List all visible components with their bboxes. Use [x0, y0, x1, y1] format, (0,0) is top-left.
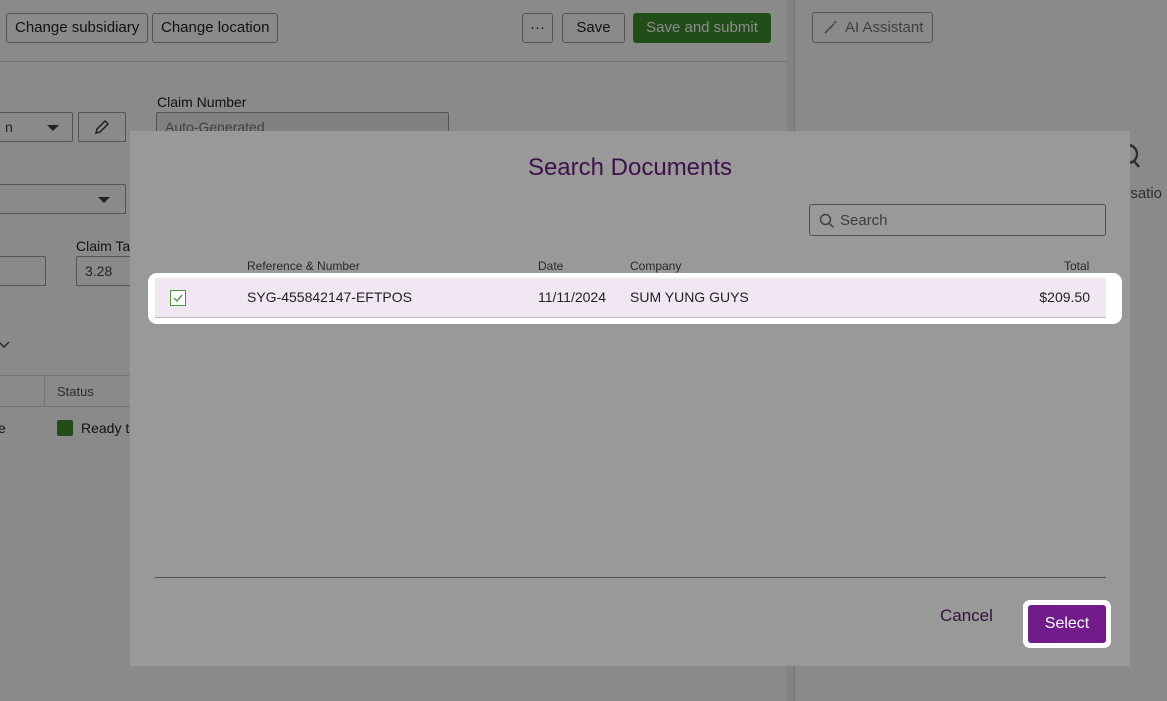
date-column-header[interactable]: Date: [538, 259, 563, 273]
search-documents-dialog: Search Documents Reference & Number Date…: [130, 131, 1130, 666]
search-input[interactable]: [840, 205, 1100, 235]
select-button-frame: Select: [1023, 600, 1111, 648]
company-column-header[interactable]: Company: [630, 259, 681, 273]
reference-column-header[interactable]: Reference & Number: [247, 259, 360, 273]
highlighted-row-frame: SYG-455842147-EFTPOS 11/11/2024 SUM YUNG…: [148, 273, 1122, 324]
company-cell: SUM YUNG GUYS: [630, 289, 749, 305]
select-button[interactable]: Select: [1028, 605, 1106, 643]
search-icon: [819, 213, 834, 228]
search-box: [809, 204, 1106, 236]
reference-cell: SYG-455842147-EFTPOS: [247, 289, 412, 305]
check-icon: [173, 294, 183, 303]
table-row[interactable]: SYG-455842147-EFTPOS 11/11/2024 SUM YUNG…: [155, 278, 1106, 318]
cancel-button[interactable]: Cancel: [940, 606, 993, 626]
date-cell: 11/11/2024: [538, 289, 606, 305]
divider: [155, 577, 1106, 578]
row-checkbox[interactable]: [170, 290, 186, 306]
total-column-header[interactable]: Total: [1064, 259, 1089, 273]
dialog-title: Search Documents: [527, 154, 733, 181]
total-cell: $209.50: [1039, 289, 1090, 305]
